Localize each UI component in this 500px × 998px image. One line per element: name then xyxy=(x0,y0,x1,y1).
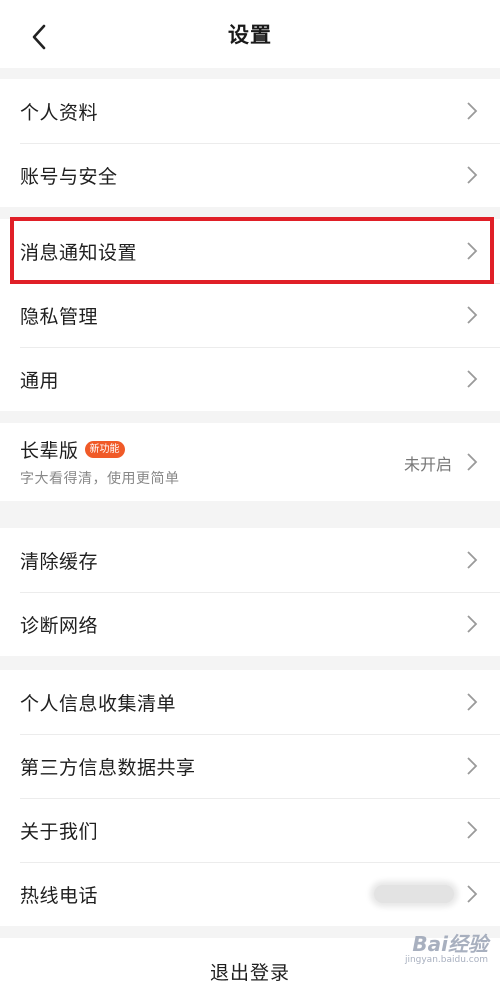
chevron-right-icon xyxy=(467,551,478,569)
settings-group-elder: 长辈版 新功能 字大看得清，使用更简单 未开启 xyxy=(0,423,500,501)
settings-item-label: 通用 xyxy=(20,369,60,392)
watermark-brand: Bai经验 xyxy=(412,932,488,956)
settings-item-subtitle: 字大看得清，使用更简单 xyxy=(20,471,180,487)
settings-item-info-collection[interactable]: 个人信息收集清单 xyxy=(0,670,500,734)
watermark-logo: Bai经验 jingyan.baidu.com xyxy=(370,928,488,976)
hotline-number-blurred xyxy=(374,885,454,903)
settings-item-third-party-sharing[interactable]: 第三方信息数据共享 xyxy=(0,734,500,798)
settings-item-diagnose-network[interactable]: 诊断网络 xyxy=(0,592,500,656)
chevron-right-icon xyxy=(467,306,478,324)
settings-item-label: 账号与安全 xyxy=(20,165,118,188)
new-feature-badge: 新功能 xyxy=(84,441,125,458)
chevron-right-icon xyxy=(467,693,478,711)
chevron-right-icon xyxy=(467,757,478,775)
settings-item-privacy[interactable]: 隐私管理 xyxy=(0,283,500,347)
settings-item-label: 隐私管理 xyxy=(20,305,99,328)
settings-item-label: 清除缓存 xyxy=(20,550,99,573)
settings-item-label: 第三方信息数据共享 xyxy=(20,756,196,779)
settings-item-general[interactable]: 通用 xyxy=(0,347,500,411)
settings-item-clear-cache[interactable]: 清除缓存 xyxy=(0,528,500,592)
chevron-left-icon[interactable] xyxy=(26,22,56,52)
top-bar: 设置 xyxy=(0,0,500,68)
watermark-url: jingyan.baidu.com xyxy=(404,955,488,965)
settings-item-elder-mode[interactable]: 长辈版 新功能 字大看得清，使用更简单 未开启 xyxy=(0,423,500,501)
settings-group-about: 个人信息收集清单 第三方信息数据共享 关于我们 热线电话 xyxy=(0,670,500,926)
page-title: 设置 xyxy=(228,23,272,47)
settings-group-tools: 清除缓存 诊断网络 xyxy=(0,528,500,656)
settings-group-general: 消息通知设置 隐私管理 通用 xyxy=(0,219,500,411)
settings-item-label: 长辈版 xyxy=(20,440,79,462)
settings-group-account: 个人资料 账号与安全 xyxy=(0,79,500,207)
chevron-right-icon xyxy=(467,885,478,903)
elder-mode-status: 未开启 xyxy=(403,455,452,474)
chevron-right-icon xyxy=(467,242,478,260)
settings-item-label: 关于我们 xyxy=(20,820,99,843)
settings-item-hotline[interactable]: 热线电话 xyxy=(0,862,500,926)
settings-item-profile[interactable]: 个人资料 xyxy=(0,79,500,143)
settings-item-label: 个人资料 xyxy=(20,101,99,124)
settings-item-label: 消息通知设置 xyxy=(20,241,138,264)
chevron-right-icon xyxy=(467,453,478,471)
settings-item-notifications[interactable]: 消息通知设置 xyxy=(0,219,500,283)
settings-item-label: 个人信息收集清单 xyxy=(20,692,177,715)
settings-item-label: 热线电话 xyxy=(20,884,99,907)
chevron-right-icon xyxy=(467,370,478,388)
chevron-right-icon xyxy=(467,166,478,184)
chevron-right-icon xyxy=(467,615,478,633)
chevron-right-icon xyxy=(467,102,478,120)
settings-item-about-us[interactable]: 关于我们 xyxy=(0,798,500,862)
settings-item-account-security[interactable]: 账号与安全 xyxy=(0,143,500,207)
logout-label: 退出登录 xyxy=(209,962,290,984)
settings-item-label: 诊断网络 xyxy=(20,614,99,637)
chevron-right-icon xyxy=(467,821,478,839)
